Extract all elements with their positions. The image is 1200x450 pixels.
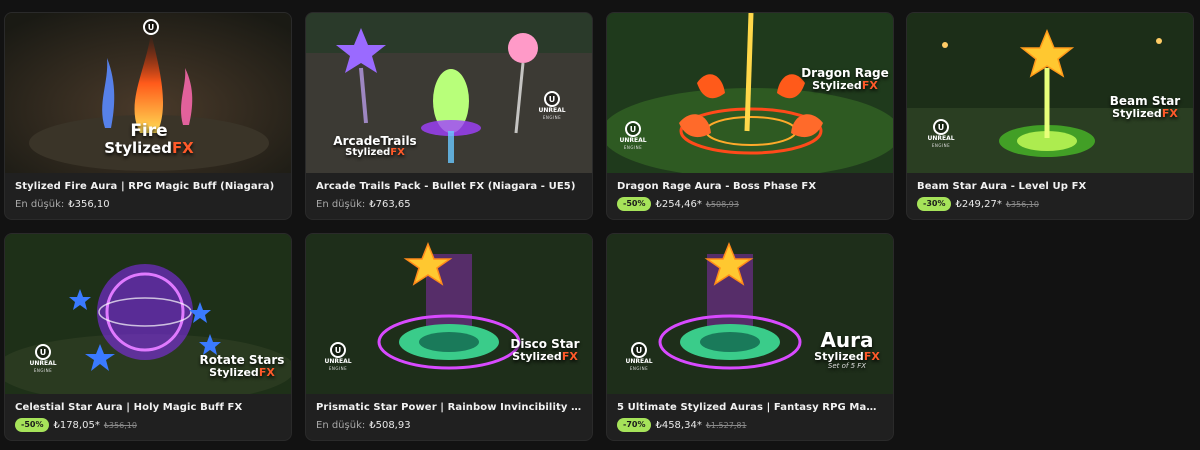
product-price: ₺178,05* bbox=[53, 419, 100, 431]
from-label: En düşük: bbox=[316, 198, 366, 210]
product-title[interactable]: Beam Star Aura - Level Up FX bbox=[917, 181, 1183, 192]
price-row: -70% ₺458,34* ₺1.527,81 bbox=[617, 418, 883, 432]
product-title[interactable]: Stylized Fire Aura | RPG Magic Buff (Nia… bbox=[15, 181, 281, 192]
unreal-engine-icon: U bbox=[143, 19, 159, 35]
unreal-engine-logo: U UNREAL ENGINE bbox=[927, 119, 955, 148]
product-card[interactable]: U UNREAL ENGINE Rotate Stars StylizedFX … bbox=[4, 233, 292, 441]
product-price: ₺763,65 bbox=[369, 198, 411, 210]
product-thumbnail[interactable]: U UNREAL ENGINE Disco Star StylizedFX bbox=[306, 234, 592, 394]
price-row: -50% ₺178,05* ₺356,10 bbox=[15, 418, 281, 432]
product-info: Arcade Trails Pack - Bullet FX (Niagara … bbox=[316, 181, 582, 211]
product-card[interactable]: U UNREAL ENGINE ArcadeTrails StylizedFX … bbox=[305, 12, 593, 220]
unreal-engine-logo: U UNREAL ENGINE bbox=[619, 121, 647, 150]
product-title[interactable]: 5 Ultimate Stylized Auras | Fantasy RPG … bbox=[617, 402, 883, 413]
product-title[interactable]: Dragon Rage Aura - Boss Phase FX bbox=[617, 181, 883, 192]
product-card[interactable]: U Fire StylizedFX Stylized Fire Aura | R… bbox=[4, 12, 292, 220]
product-price: ₺249,27* bbox=[955, 198, 1002, 210]
price-row: -30% ₺249,27* ₺356,10 bbox=[917, 197, 1183, 211]
original-price: ₺508,93 bbox=[705, 199, 739, 209]
unreal-engine-logo: U UNREAL ENGINE bbox=[625, 342, 653, 371]
product-card[interactable]: U UNREAL ENGINE Beam Star StylizedFX Bea… bbox=[906, 12, 1194, 220]
unreal-engine-logo: U UNREAL ENGINE bbox=[538, 91, 566, 120]
thumbnail-caption: Disco Star StylizedFX bbox=[510, 337, 580, 363]
discount-badge: -70% bbox=[617, 418, 652, 432]
product-thumbnail[interactable]: U UNREAL ENGINE Dragon Rage StylizedFX bbox=[607, 13, 893, 173]
product-title[interactable]: Prismatic Star Power | Rainbow Invincibi… bbox=[316, 402, 582, 413]
unreal-engine-logo: U UNREAL ENGINE bbox=[324, 342, 352, 371]
product-price: ₺254,46* bbox=[655, 198, 702, 210]
product-thumbnail[interactable]: U UNREAL ENGINE Beam Star StylizedFX bbox=[907, 13, 1193, 173]
unreal-engine-icon: U bbox=[631, 342, 647, 358]
product-grid: U Fire StylizedFX Stylized Fire Aura | R… bbox=[4, 12, 1194, 442]
product-title[interactable]: Celestial Star Aura | Holy Magic Buff FX bbox=[15, 402, 281, 413]
unreal-engine-icon: U bbox=[625, 121, 641, 137]
product-info: Stylized Fire Aura | RPG Magic Buff (Nia… bbox=[15, 181, 281, 211]
product-title[interactable]: Arcade Trails Pack - Bullet FX (Niagara … bbox=[316, 181, 582, 192]
original-price: ₺1.527,81 bbox=[705, 420, 747, 430]
product-thumbnail[interactable]: U UNREAL ENGINE Aura StylizedFX Set of 5… bbox=[607, 234, 893, 394]
discount-badge: -50% bbox=[617, 197, 652, 211]
product-info: 5 Ultimate Stylized Auras | Fantasy RPG … bbox=[617, 402, 883, 432]
unreal-engine-icon: U bbox=[330, 342, 346, 358]
from-label: En düşük: bbox=[15, 198, 65, 210]
original-price: ₺356,10 bbox=[103, 420, 137, 430]
unreal-engine-icon: U bbox=[544, 91, 560, 107]
discount-badge: -50% bbox=[15, 418, 50, 432]
unreal-engine-icon: U bbox=[933, 119, 949, 135]
thumbnail-caption: Rotate Stars StylizedFX bbox=[199, 353, 285, 379]
product-card[interactable]: U UNREAL ENGINE Dragon Rage StylizedFX D… bbox=[606, 12, 894, 220]
product-info: Dragon Rage Aura - Boss Phase FX -50% ₺2… bbox=[617, 181, 883, 211]
product-thumbnail[interactable]: U UNREAL ENGINE ArcadeTrails StylizedFX bbox=[306, 13, 592, 173]
unreal-engine-logo: U bbox=[137, 19, 165, 35]
thumbnail-caption: Aura StylizedFX Set of 5 FX bbox=[814, 328, 880, 370]
thumbnail-caption: Dragon Rage StylizedFX bbox=[801, 66, 889, 92]
product-card[interactable]: U UNREAL ENGINE Disco Star StylizedFX Pr… bbox=[305, 233, 593, 441]
product-card[interactable]: U UNREAL ENGINE Aura StylizedFX Set of 5… bbox=[606, 233, 894, 441]
product-thumbnail[interactable]: U Fire StylizedFX bbox=[5, 13, 291, 173]
unreal-engine-icon: U bbox=[35, 344, 51, 360]
price-row: En düşük: ₺356,10 bbox=[15, 197, 281, 211]
thumbnail-caption: Beam Star StylizedFX bbox=[1109, 94, 1181, 120]
unreal-engine-logo: U UNREAL ENGINE bbox=[29, 344, 57, 373]
thumbnail-caption: Fire StylizedFX bbox=[104, 121, 194, 157]
from-label: En düşük: bbox=[316, 419, 366, 431]
product-info: Celestial Star Aura | Holy Magic Buff FX… bbox=[15, 402, 281, 432]
product-price: ₺458,34* bbox=[655, 419, 702, 431]
product-thumbnail[interactable]: U UNREAL ENGINE Rotate Stars StylizedFX bbox=[5, 234, 291, 394]
product-price: ₺508,93 bbox=[369, 419, 411, 431]
price-row: En düşük: ₺763,65 bbox=[316, 197, 582, 211]
product-info: Beam Star Aura - Level Up FX -30% ₺249,2… bbox=[917, 181, 1183, 211]
discount-badge: -30% bbox=[917, 197, 952, 211]
price-row: En düşük: ₺508,93 bbox=[316, 418, 582, 432]
thumbnail-caption: ArcadeTrails StylizedFX bbox=[333, 134, 417, 158]
product-info: Prismatic Star Power | Rainbow Invincibi… bbox=[316, 402, 582, 432]
original-price: ₺356,10 bbox=[1005, 199, 1039, 209]
price-row: -50% ₺254,46* ₺508,93 bbox=[617, 197, 883, 211]
product-price: ₺356,10 bbox=[68, 198, 110, 210]
